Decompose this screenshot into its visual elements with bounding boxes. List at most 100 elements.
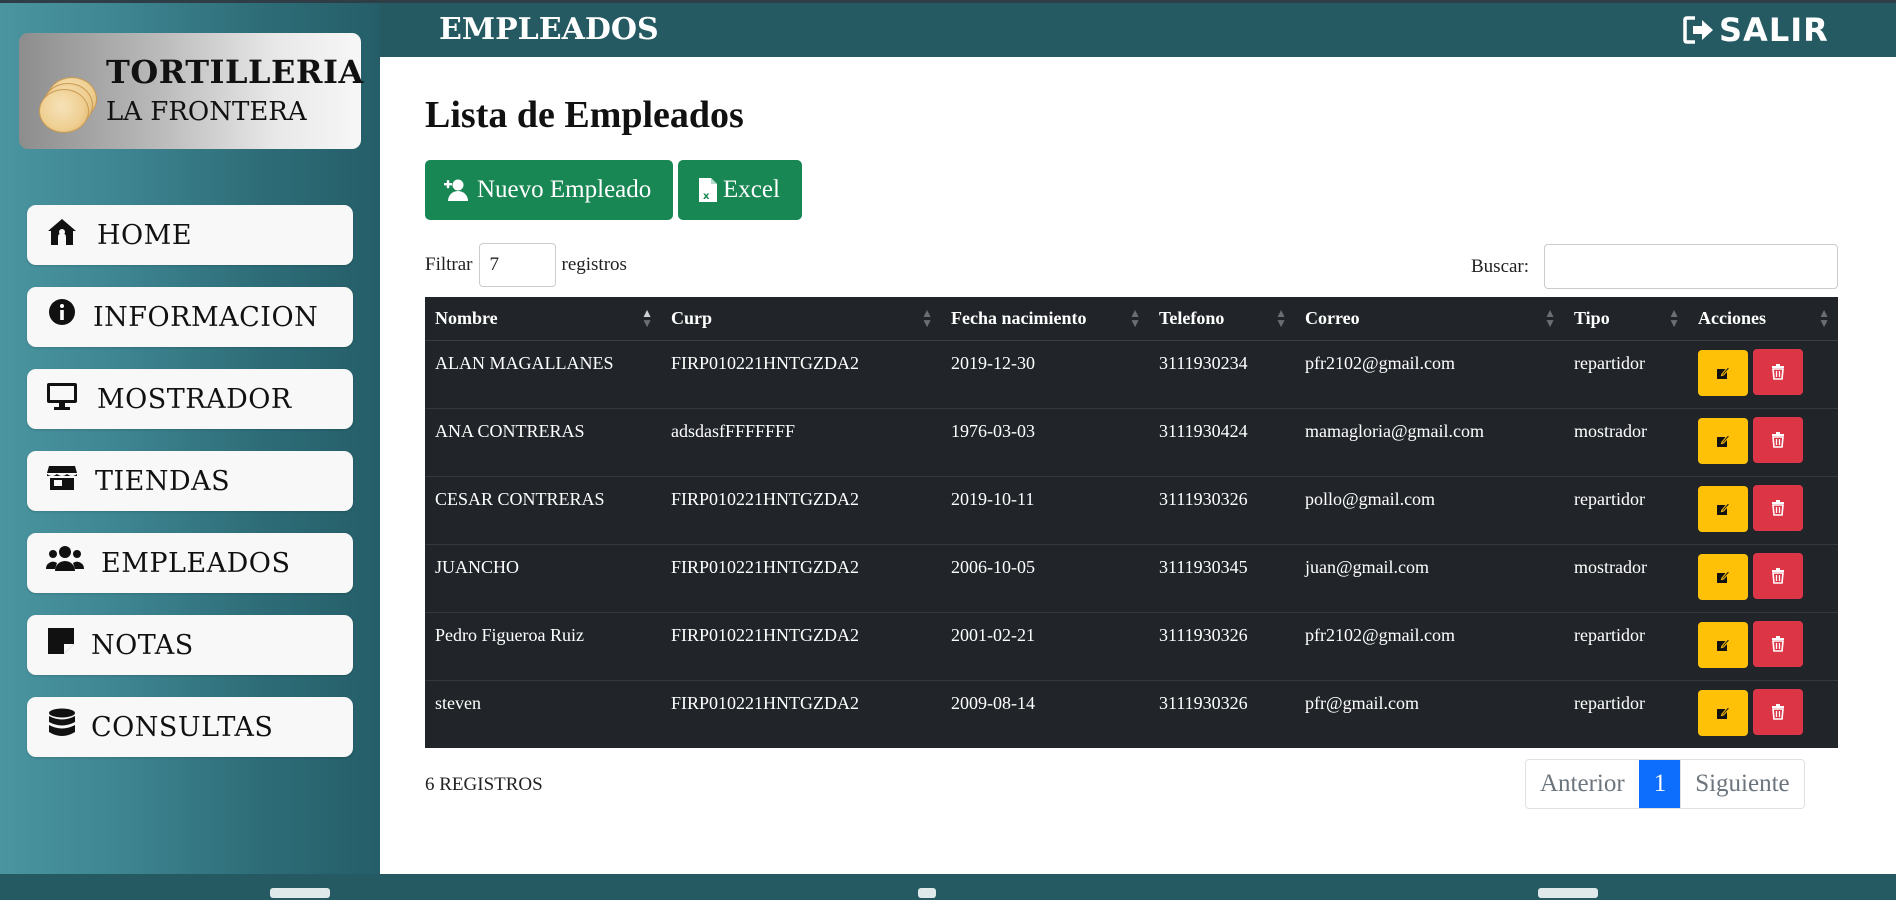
- cell-telefono: 3111930234: [1149, 340, 1295, 409]
- column-header-label: Nombre: [435, 307, 498, 328]
- pagination-prev[interactable]: Anterior: [1526, 760, 1639, 808]
- sidebar-item-home[interactable]: HOME: [27, 205, 353, 265]
- cell-curp: adsdasfFFFFFFF: [661, 408, 941, 477]
- trash-icon: [1772, 703, 1784, 720]
- cell-fecha: 2006-10-05: [941, 544, 1149, 613]
- cell-fecha: 2019-10-11: [941, 476, 1149, 545]
- sidebar-item-informacion[interactable]: INFORMACION: [27, 287, 353, 347]
- delete-button[interactable]: [1753, 552, 1803, 599]
- sort-icon: ▲ ▼: [1544, 306, 1556, 330]
- employees-table: Nombre ▲ ▼ Curp ▲ ▼ Fecha nacimiento ▲ ▼ Telef…: [425, 297, 1838, 748]
- table-header-row: Nombre ▲ ▼ Curp ▲ ▼ Fecha nacimiento ▲ ▼ Telef…: [425, 297, 1838, 341]
- column-header-label: Acciones: [1698, 307, 1766, 328]
- delete-button[interactable]: [1753, 484, 1803, 531]
- delete-button[interactable]: [1753, 348, 1803, 395]
- cell-curp: FIRP010221HNTGZDA2: [661, 612, 941, 681]
- edit-button[interactable]: [1698, 689, 1748, 736]
- column-header-telefono[interactable]: Telefono ▲ ▼: [1149, 297, 1295, 341]
- excel-button[interactable]: x Excel: [678, 160, 802, 220]
- top-header: EMPLEADOS SALIR: [380, 3, 1896, 57]
- sidebar-item-notas[interactable]: NOTAS: [27, 615, 353, 675]
- cell-curp: FIRP010221HNTGZDA2: [661, 476, 941, 545]
- cell-fecha: 1976-03-03: [941, 408, 1149, 477]
- cell-fecha: 2019-12-30: [941, 340, 1149, 409]
- column-header-label: Tipo: [1574, 307, 1610, 328]
- column-header-tipo[interactable]: Tipo ▲ ▼: [1564, 297, 1688, 341]
- sidebar-item-mostrador[interactable]: MOSTRADOR: [27, 369, 353, 429]
- column-header-correo[interactable]: Correo ▲ ▼: [1295, 297, 1564, 341]
- new-employee-button[interactable]: Nuevo Empleado: [425, 160, 673, 220]
- footer-text-fragment: [270, 888, 330, 898]
- cell-acciones: [1688, 340, 1838, 409]
- new-employee-label: Nuevo Empleado: [477, 176, 652, 203]
- cell-correo: pfr@gmail.com: [1305, 692, 1420, 713]
- excel-file-icon: x: [699, 178, 717, 202]
- cell-nombre: steven: [435, 692, 481, 713]
- table-row: CESAR CONTRERAS FIRP010221HNTGZDA2 2019-…: [425, 476, 1838, 545]
- cell-acciones: [1688, 476, 1838, 545]
- edit-button[interactable]: [1698, 417, 1748, 464]
- cell-fecha: 2001-02-21: [941, 612, 1149, 681]
- trash-icon: [1772, 635, 1784, 652]
- logout-button[interactable]: SALIR: [1683, 10, 1829, 50]
- table-row: ALAN MAGALLANES FIRP010221HNTGZDA2 2019-…: [425, 340, 1838, 409]
- sidebar-item-label: CONSULTAS: [91, 712, 274, 743]
- edit-button[interactable]: [1698, 621, 1748, 668]
- table-row: Pedro Figueroa Ruiz FIRP010221HNTGZDA2 2…: [425, 612, 1838, 681]
- sidebar-item-tiendas[interactable]: TIENDAS: [27, 451, 353, 511]
- pagination: Anterior 1 Siguiente: [1525, 759, 1805, 809]
- cell-nombre: JUANCHO: [425, 544, 661, 613]
- delete-button[interactable]: [1753, 620, 1803, 667]
- sidebar-item-consultas[interactable]: CONSULTAS: [27, 697, 353, 757]
- cell-acciones: [1688, 680, 1838, 748]
- cell-tipo: mostrador: [1564, 408, 1688, 477]
- cell-telefono: 3111930345: [1149, 544, 1295, 613]
- delete-button[interactable]: [1753, 416, 1803, 463]
- search-input[interactable]: [1544, 244, 1838, 289]
- table-row: JUANCHO FIRP010221HNTGZDA2 2006-10-05 31…: [425, 544, 1838, 613]
- database-icon: [49, 708, 75, 736]
- sidebar-item-empleados[interactable]: EMPLEADOS: [27, 533, 353, 593]
- footer-text-fragment: [918, 888, 936, 898]
- cell-correo: pfr2102@gmail.com: [1295, 340, 1564, 409]
- edit-icon: [1717, 501, 1730, 515]
- monitor-icon: [47, 383, 77, 410]
- cell-tipo: repartidor: [1564, 476, 1688, 545]
- svg-text:x: x: [703, 191, 710, 202]
- cell-tipo: repartidor: [1564, 340, 1688, 409]
- column-header-acciones[interactable]: Acciones ▲ ▼: [1688, 297, 1838, 341]
- sidebar-item-label: MOSTRADOR: [97, 384, 292, 415]
- sort-icon: ▲ ▼: [1668, 306, 1680, 330]
- add-user-icon: [444, 179, 468, 201]
- cell-telefono: 3111930326: [1149, 612, 1295, 681]
- cell-telefono: 3111930326: [1149, 476, 1295, 545]
- home-icon: [48, 219, 76, 245]
- cell-telefono: 3111930326: [1159, 692, 1248, 713]
- table-row: ANA CONTRERAS adsdasfFFFFFFF 1976-03-03 …: [425, 408, 1838, 477]
- cell-curp: FIRP010221HNTGZDA2: [661, 340, 941, 409]
- edit-button[interactable]: [1698, 553, 1748, 600]
- cell-correo: juan@gmail.com: [1295, 544, 1564, 613]
- cell-nombre: ANA CONTRERAS: [425, 408, 661, 477]
- column-header-fecha[interactable]: Fecha nacimiento ▲ ▼: [941, 297, 1149, 341]
- page-length-input[interactable]: 7: [478, 243, 556, 287]
- sidebar-item-label: EMPLEADOS: [101, 548, 291, 579]
- cell-nombre: ALAN MAGALLANES: [425, 340, 661, 409]
- cell-acciones: [1688, 408, 1838, 477]
- pagination-next[interactable]: Siguiente: [1681, 760, 1803, 808]
- edit-button[interactable]: [1698, 485, 1748, 532]
- cell-curp: FIRP010221HNTGZDA2: [661, 544, 941, 613]
- brand-logo[interactable]: TORTILLERIA LA FRONTERA: [19, 33, 363, 149]
- delete-button[interactable]: [1753, 688, 1803, 735]
- column-header-label: Fecha nacimiento: [951, 307, 1087, 328]
- pagination-page-current[interactable]: 1: [1638, 760, 1682, 808]
- cell-nombre: Pedro Figueroa Ruiz: [425, 612, 661, 681]
- column-header-nombre[interactable]: Nombre ▲ ▼: [425, 297, 661, 341]
- edit-button[interactable]: [1698, 349, 1748, 396]
- column-header-label: Curp: [671, 307, 713, 328]
- page-title: Lista de Empleados: [425, 94, 744, 136]
- trash-icon: [1772, 363, 1784, 380]
- users-icon: [45, 546, 85, 571]
- column-header-curp[interactable]: Curp ▲ ▼: [661, 297, 941, 341]
- trash-icon: [1772, 431, 1784, 448]
